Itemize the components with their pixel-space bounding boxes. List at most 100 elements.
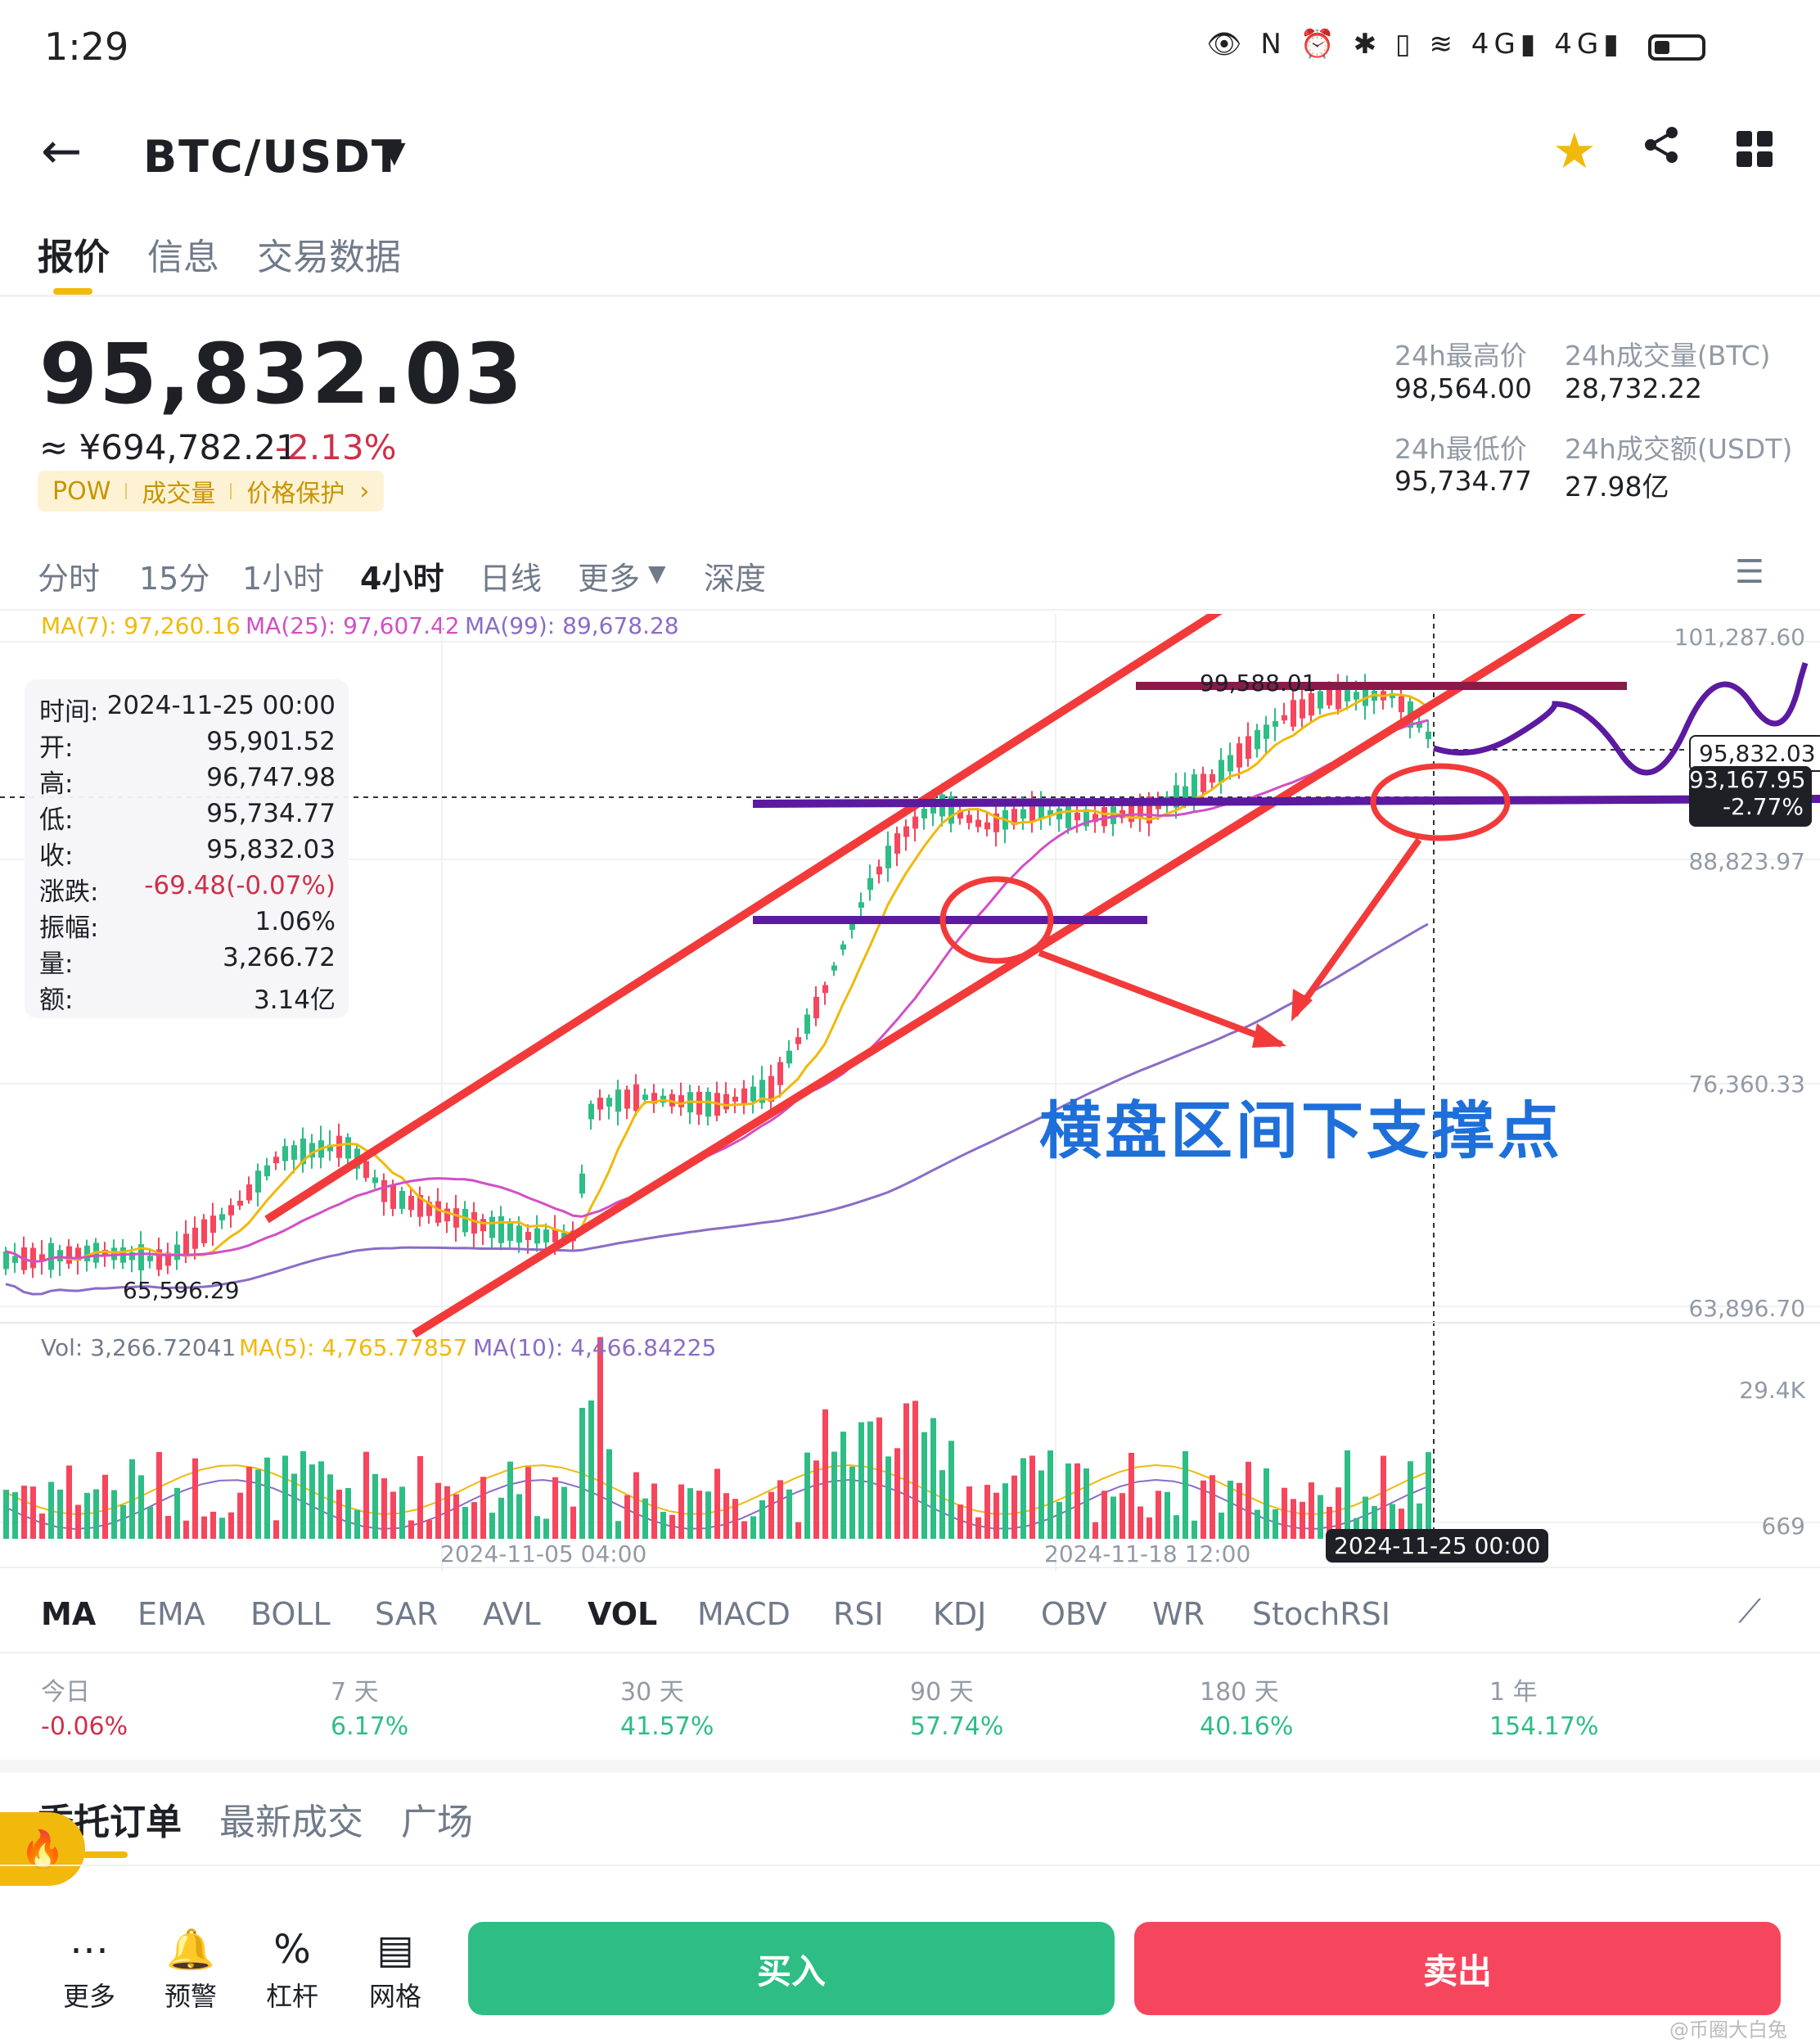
candle-body xyxy=(606,1098,612,1107)
buy-button[interactable]: 买入 xyxy=(468,1922,1115,2015)
candle-body xyxy=(57,1250,63,1262)
volume-bar xyxy=(858,1422,864,1539)
volume-bar xyxy=(93,1489,99,1539)
indicator-sar[interactable]: SAR xyxy=(375,1596,438,1632)
tab-quote[interactable]: 报价 xyxy=(38,228,110,280)
tab-info[interactable]: 信息 xyxy=(147,228,219,280)
candle-body xyxy=(3,1251,9,1270)
volume-bar xyxy=(300,1450,306,1539)
volume-bar xyxy=(120,1504,126,1539)
change-percent: -2.13% xyxy=(275,427,397,467)
layout-grid-icon[interactable] xyxy=(1737,131,1773,167)
back-arrow-icon[interactable]: ← xyxy=(41,123,82,180)
candle-body xyxy=(615,1089,621,1112)
nav-more[interactable]: ⋯ 更多 xyxy=(44,1923,134,2014)
volume-bar xyxy=(885,1456,891,1539)
volume-bar xyxy=(435,1482,441,1539)
indicator-rsi[interactable]: RSI xyxy=(833,1596,884,1632)
vol-usdt-label: 24h成交额(USDT) xyxy=(1565,433,1793,465)
volume-bar xyxy=(363,1451,369,1539)
volume-bar xyxy=(462,1507,468,1539)
candle-body xyxy=(336,1135,342,1158)
candle-body xyxy=(237,1200,243,1206)
volume-bar xyxy=(1255,1509,1260,1539)
candle-body xyxy=(1101,807,1107,827)
indicator-avl[interactable]: AVL xyxy=(483,1596,541,1632)
indicator-stochrsi[interactable]: StochRSI xyxy=(1252,1596,1390,1632)
price-axis-label: 88,823.97 xyxy=(1688,848,1805,875)
share-icon[interactable] xyxy=(1641,124,1682,176)
perf-label: 今日 xyxy=(41,1678,90,1707)
tooltip-key: 低: xyxy=(39,805,74,835)
pair-title[interactable]: BTC/USDT xyxy=(143,131,403,183)
nav-grid[interactable]: ▤ 网格 xyxy=(350,1923,440,2014)
volume-bar xyxy=(1119,1493,1125,1539)
tag-price-protect[interactable]: 价格保护 xyxy=(246,473,345,509)
candle-body xyxy=(1201,773,1206,792)
candle-body xyxy=(246,1184,252,1201)
candle-body xyxy=(84,1245,90,1262)
volume-bar xyxy=(183,1520,189,1539)
fire-icon[interactable]: 🔥 xyxy=(0,1812,85,1886)
candle-body xyxy=(642,1094,648,1100)
chart-settings-icon[interactable]: ☰ xyxy=(1735,553,1764,591)
volume-bar xyxy=(1246,1461,1251,1539)
candle-body xyxy=(543,1229,549,1242)
timeframe-1d[interactable]: 日线 xyxy=(480,553,542,598)
tooltip-key: 额: xyxy=(39,985,74,1015)
indicator-kdj[interactable]: KDJ xyxy=(933,1596,986,1632)
timeframe-15m[interactable]: 15分 xyxy=(139,553,209,598)
tag-pow[interactable]: POW xyxy=(52,477,110,506)
tag-volume[interactable]: 成交量 xyxy=(142,473,215,509)
candle-body xyxy=(264,1165,270,1177)
perf-label: 90 天 xyxy=(910,1678,974,1707)
indicator-settings-icon[interactable]: ⟋ xyxy=(1738,1593,1761,1630)
volume-bar xyxy=(228,1512,234,1539)
volume-bar xyxy=(1309,1482,1314,1539)
timeframe-depth[interactable]: 深度 xyxy=(704,553,766,598)
nav-alert[interactable]: 🔔 预警 xyxy=(146,1923,236,2014)
volume-bar xyxy=(1083,1468,1089,1539)
candle-body xyxy=(192,1227,198,1249)
divider xyxy=(0,609,1820,611)
candle-body xyxy=(516,1225,522,1243)
indicator-obv[interactable]: OBV xyxy=(1041,1596,1107,1632)
indicator-wr[interactable]: WR xyxy=(1152,1596,1205,1632)
volume-bar xyxy=(1074,1463,1080,1539)
timeframe-more[interactable]: 更多 xyxy=(578,553,640,598)
candle-body xyxy=(1345,690,1350,701)
indicator-ema[interactable]: EMA xyxy=(137,1596,205,1632)
tab-square[interactable]: 广场 xyxy=(401,1793,473,1845)
indicator-boll[interactable]: BOLL xyxy=(250,1596,331,1632)
volume-bar xyxy=(219,1518,225,1539)
volume-bar xyxy=(309,1464,315,1539)
volume-bar xyxy=(984,1485,990,1539)
indicator-vol[interactable]: VOL xyxy=(588,1596,657,1632)
cny-price: ≈ ¥694,782.21 xyxy=(39,427,298,467)
timeframe-time[interactable]: 分时 xyxy=(38,553,100,598)
timeframe-1h[interactable]: 1小时 xyxy=(242,553,324,598)
volume-bar xyxy=(1092,1522,1098,1539)
timeframe-4h[interactable]: 4小时 xyxy=(360,553,444,598)
volume-bar xyxy=(741,1521,747,1539)
perf-label: 1 年 xyxy=(1489,1678,1538,1707)
volume-bar xyxy=(75,1504,81,1539)
chevron-right-icon[interactable]: › xyxy=(359,477,369,506)
tab-underline xyxy=(53,288,92,295)
caret-down-icon[interactable]: ▼ xyxy=(648,560,666,587)
tab-recent-trades[interactable]: 最新成交 xyxy=(219,1793,363,1845)
tag-bar[interactable]: POW 成交量 价格保护 › xyxy=(38,471,385,512)
volume-bar xyxy=(111,1490,117,1539)
volume-bar xyxy=(273,1520,279,1539)
volume-bar xyxy=(1029,1455,1035,1539)
star-icon[interactable]: ★ xyxy=(1552,123,1597,180)
volume-bar xyxy=(1174,1515,1179,1539)
volume-bar xyxy=(318,1461,324,1539)
tab-trading-data[interactable]: 交易数据 xyxy=(257,228,401,280)
caret-down-icon[interactable]: ▼ xyxy=(383,136,406,169)
volume-bar xyxy=(1264,1468,1269,1539)
indicator-ma[interactable]: MA xyxy=(41,1596,96,1632)
nav-leverage[interactable]: % 杠杆 xyxy=(247,1923,337,2014)
sell-button[interactable]: 卖出 xyxy=(1134,1922,1781,2015)
indicator-macd[interactable]: MACD xyxy=(697,1596,791,1632)
